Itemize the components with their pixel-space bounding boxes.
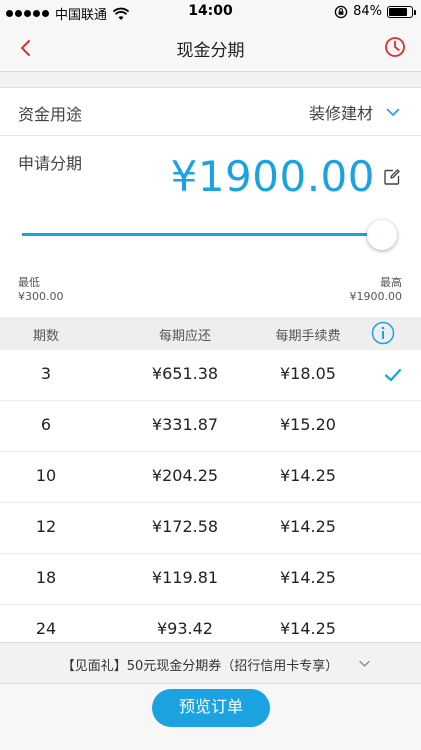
amount-slider[interactable]: [22, 220, 402, 250]
row-fee: ¥14.25: [280, 517, 336, 536]
row-fee: ¥15.20: [280, 415, 336, 434]
battery-icon: [387, 5, 416, 18]
info-icon[interactable]: [371, 321, 395, 345]
row-payment: ¥172.58: [151, 517, 219, 536]
coupon-text: 【见面礼】50元现金分期券（招行信用卡专享）: [61, 659, 339, 674]
header-fee: 每期手续费: [275, 329, 341, 344]
row-periods: 10: [35, 466, 57, 485]
row-payment: ¥119.81: [151, 568, 219, 587]
row-fee: ¥14.25: [280, 466, 336, 485]
row-periods: 24: [35, 619, 57, 638]
status-bar: 中国联通 14:00 84%: [0, 0, 421, 24]
row-fee: ¥18.05: [280, 364, 336, 383]
row-periods: 6: [40, 415, 52, 434]
maximum-label: 最高: [380, 276, 402, 289]
row-payment: ¥204.25: [151, 466, 219, 485]
table-row[interactable]: 24 ¥93.42 ¥14.25: [0, 605, 421, 642]
checkmark-icon: [384, 368, 402, 382]
fund-purpose-row[interactable]: 资金用途 装修建材: [0, 88, 421, 136]
row-periods: 18: [35, 568, 57, 587]
minimum-value: ¥300.00: [18, 290, 64, 303]
apply-installment-label: 申请分期: [18, 154, 83, 173]
navigation-bar: 现金分期: [0, 24, 421, 72]
edit-icon[interactable]: [383, 168, 401, 186]
chevron-down-icon[interactable]: [358, 657, 371, 670]
row-periods: 12: [35, 517, 57, 536]
table-row[interactable]: 3 ¥651.38 ¥18.05: [0, 350, 421, 401]
installment-table: 3 ¥651.38 ¥18.05 6 ¥331.87 ¥15.20 10 ¥204.25 ¥14…: [0, 350, 421, 642]
installment-amount: ¥1900.00: [170, 152, 375, 201]
table-row[interactable]: 12 ¥172.58 ¥14.25: [0, 503, 421, 554]
footer: 预览订单: [0, 684, 421, 750]
installment-table-header: 期数 每期应还 每期手续费: [0, 317, 421, 350]
row-fee: ¥14.25: [280, 568, 336, 587]
coupon-bar[interactable]: 【见面礼】50元现金分期券（招行信用卡专享）: [0, 642, 421, 684]
minimum-label: 最低: [18, 276, 40, 289]
header-periods: 期数: [32, 329, 59, 344]
row-fee: ¥14.25: [280, 619, 336, 638]
row-payment: ¥331.87: [151, 415, 219, 434]
maximum-value: ¥1900.00: [349, 290, 403, 303]
battery-percent: 84%: [353, 4, 382, 19]
fund-purpose-label: 资金用途: [18, 105, 83, 124]
row-payment: ¥93.42: [157, 619, 213, 638]
table-row[interactable]: 6 ¥331.87 ¥15.20: [0, 401, 421, 452]
status-right: 84%: [334, 4, 416, 19]
battery-level: [389, 7, 408, 16]
fund-purpose-select[interactable]: 装修建材: [309, 100, 373, 124]
preview-order-button[interactable]: 预览订单: [152, 689, 270, 727]
table-row[interactable]: 18 ¥119.81 ¥14.25: [0, 554, 421, 605]
section-divider: [0, 72, 421, 88]
chevron-down-icon[interactable]: [385, 104, 401, 120]
slider-thumb[interactable]: [367, 220, 397, 250]
row-payment: ¥651.38: [151, 364, 219, 383]
clock-icon[interactable]: [383, 35, 407, 59]
table-row[interactable]: 10 ¥204.25 ¥14.25: [0, 452, 421, 503]
page-title: 现金分期: [176, 41, 245, 61]
row-periods: 3: [40, 364, 52, 383]
header-payment: 每期应还: [158, 329, 211, 344]
slider-fill: [22, 233, 382, 236]
orientation-lock-icon: [334, 5, 348, 18]
